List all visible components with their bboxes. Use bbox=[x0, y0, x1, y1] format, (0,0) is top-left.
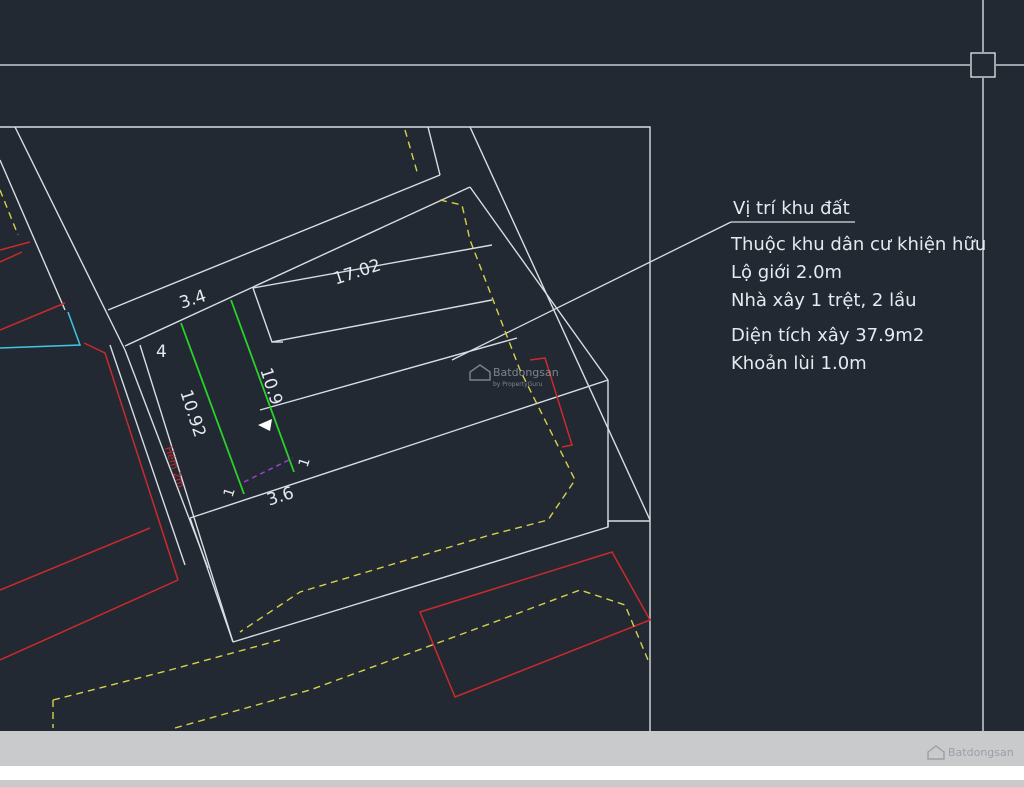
house-logo-icon bbox=[927, 745, 945, 760]
direction-arrow bbox=[258, 419, 272, 431]
house-logo-icon bbox=[469, 364, 491, 381]
watermark-center: Batdongsan by PropertyGuru bbox=[469, 364, 559, 388]
site-plan-diagram: 3.4 4 10.92 10.9 3.6 17.02 1 1 Hẻm 2m Vị… bbox=[0, 0, 1024, 731]
annotation-line: Thuộc khu dân cư khiện hữu bbox=[730, 234, 986, 255]
dim-bottom-width: 3.6 bbox=[265, 483, 297, 510]
annotation-line: Lộ giới 2.0m bbox=[731, 262, 842, 283]
boundary-lines bbox=[0, 126, 651, 731]
dim-right-length: 10.9 bbox=[255, 365, 286, 407]
status-strip bbox=[0, 766, 1024, 780]
annotation-line: Diện tích xây 37.9m2 bbox=[731, 325, 924, 346]
watermark-text: Batdongsan bbox=[493, 366, 559, 379]
annotation-line: Nhà xây 1 trệt, 2 lầu bbox=[731, 290, 917, 311]
road-label: Hẻm 2m bbox=[162, 445, 187, 489]
setback-line bbox=[243, 457, 294, 483]
dim-setback-right: 1 bbox=[296, 456, 314, 469]
watermark-corner: Batdongsan bbox=[927, 745, 1014, 760]
dim-setback-left: 1 bbox=[221, 486, 239, 499]
dim-left-side: 4 bbox=[156, 342, 167, 362]
status-bar bbox=[0, 731, 1024, 787]
red-boundaries bbox=[0, 241, 652, 698]
annotation-title: Vị trí khu đất bbox=[733, 198, 850, 219]
dimension-labels: 3.4 4 10.92 10.9 3.6 17.02 1 1 bbox=[156, 255, 383, 510]
yellow-dashed-lines bbox=[0, 129, 649, 729]
cyan-boundary bbox=[0, 311, 82, 349]
watermark-corner-text: Batdongsan bbox=[948, 746, 1014, 759]
dim-left-length: 10.92 bbox=[175, 387, 209, 439]
annotation-block: Vị trí khu đất Thuộc khu dân cư khiện hữ… bbox=[730, 198, 986, 374]
dim-neighbor-length: 17.02 bbox=[331, 255, 383, 289]
watermark-subtext: by PropertyGuru bbox=[493, 381, 543, 388]
cad-drawing-viewport: 3.4 4 10.92 10.9 3.6 17.02 1 1 Hẻm 2m Vị… bbox=[0, 0, 1024, 787]
annotation-line: Khoản lùi 1.0m bbox=[731, 353, 867, 374]
